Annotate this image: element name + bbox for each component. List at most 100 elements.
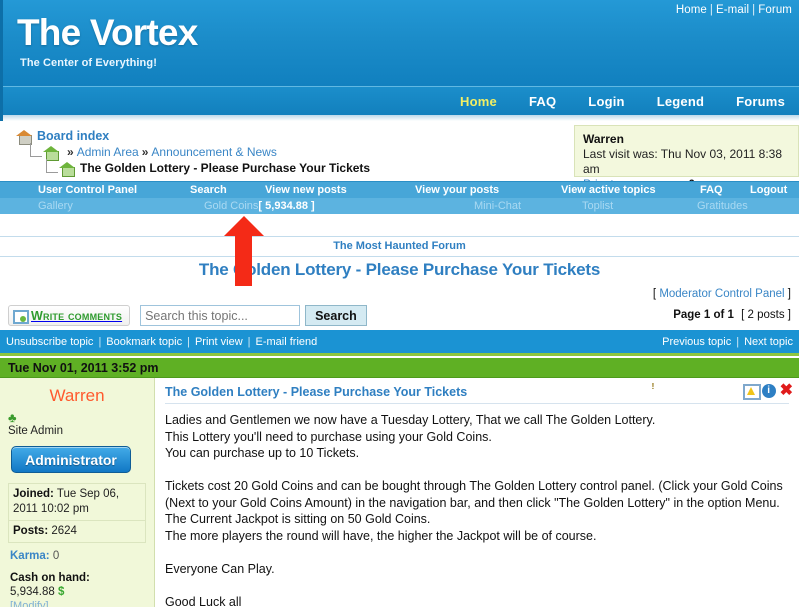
mcp-bracket-close: ] xyxy=(784,288,791,300)
post-content-panel: i ✖ The Golden Lottery - Please Purchase… xyxy=(155,378,799,607)
post-container: Warren ♣ Site Admin Administrator Joined… xyxy=(0,378,799,607)
action-sep-2: | xyxy=(187,335,190,348)
breadcrumb-link-board-index[interactable]: Board index xyxy=(37,129,109,144)
arrow-shaft xyxy=(235,234,252,286)
forum-subnav: User Control Panel Search View new posts… xyxy=(0,181,799,198)
nav-item-home[interactable]: Home xyxy=(460,94,497,109)
post-author-panel: Warren ♣ Site Admin Administrator Joined… xyxy=(0,378,155,607)
cash-label: Cash on hand: xyxy=(10,572,90,584)
next-topic-link[interactable]: Next topic xyxy=(744,336,793,348)
breadcrumb-link-announcement-news[interactable]: Announcement & News xyxy=(151,145,276,160)
top-links: Home | E-mail | Forum xyxy=(676,4,792,16)
posts-label: Posts: xyxy=(13,525,49,537)
top-link-sep-2: | xyxy=(752,4,756,16)
search-topic-input[interactable] xyxy=(140,305,301,326)
action-sep-4: | xyxy=(736,335,740,348)
topic-home-icon xyxy=(59,161,76,177)
topic-actions-left: Unsubscribe topic | Bookmark topic | Print v… xyxy=(6,336,317,348)
userbox-username: Warren xyxy=(583,132,624,146)
unsubscribe-topic-link[interactable]: Unsubscribe topic xyxy=(6,336,93,348)
cash-info: Cash on hand: 5,934.88 $ [Modify] xyxy=(10,571,146,607)
delete-post-icon[interactable]: ✖ xyxy=(780,382,793,398)
rank-star-icon: ♣ xyxy=(8,410,17,425)
page-label: Page 1 of 1 xyxy=(673,309,734,321)
report-post-icon[interactable] xyxy=(742,383,761,400)
action-sep-3: | xyxy=(247,335,251,348)
site-header: Home | E-mail | Forum The Vortex The Center … xyxy=(0,0,799,86)
nav-item-login[interactable]: Login xyxy=(588,94,624,109)
breadcrumb-separator-1: » xyxy=(67,145,74,159)
subnav2-mini-chat[interactable]: Mini-Chat xyxy=(474,200,521,212)
karma-info: Karma: 0 xyxy=(10,550,146,562)
joined-info: Joined: Tue Sep 06, 2011 10:02 pm xyxy=(8,483,146,521)
email-friend-link[interactable]: E-mail friend xyxy=(256,336,318,348)
moderator-control-panel-link[interactable]: Moderator Control Panel xyxy=(659,288,784,300)
forum-subnav-secondary: Gallery Gold Coins[ 5,934.88 ] Mini-Chat… xyxy=(0,198,799,214)
site-name: The Vortex xyxy=(17,12,198,53)
subnav-search[interactable]: Search xyxy=(190,184,227,196)
page-root: Home | E-mail | Forum The Vortex The Center … xyxy=(0,0,799,607)
karma-value: 0 xyxy=(52,550,60,562)
post-subject-divider xyxy=(165,403,789,404)
subnav2-gallery[interactable]: Gallery xyxy=(38,200,73,212)
write-comments-button[interactable]: Write comments xyxy=(8,305,131,326)
moderator-control-row: [ Moderator Control Panel ] xyxy=(0,286,799,300)
joined-label: Joined: xyxy=(13,488,54,500)
post-author-rank: Site Admin xyxy=(8,425,63,437)
breadcrumb-section: Board index » Admin Area » Announcement … xyxy=(0,121,799,191)
post-subject[interactable]: The Golden Lottery - Please Purchase You… xyxy=(165,385,789,403)
subnav-faq[interactable]: FAQ xyxy=(700,184,723,196)
site-tagline: The Center of Everything! xyxy=(20,57,157,69)
bookmark-topic-link[interactable]: Bookmark topic xyxy=(106,336,182,348)
userbox-last-visit: Last visit was: Thu Nov 03, 2011 8:38 am xyxy=(583,147,783,176)
red-up-arrow-annotation xyxy=(224,216,264,286)
left-border-edge xyxy=(0,0,3,121)
user-info-box: Warren Last visit was: Thu Nov 03, 2011 … xyxy=(574,125,799,191)
subnav2-gold-coins-group: Gold Coins[ 5,934.88 ] xyxy=(204,200,315,212)
gold-coins-bracket-close: ] xyxy=(307,200,315,212)
arrow-head xyxy=(224,216,264,236)
subnav2-gratitudes[interactable]: Gratitudes xyxy=(697,200,748,212)
topic-toolbar: Write comments Search Page 1 of 1 [ 2 po… xyxy=(0,300,799,330)
posts-value: 2624 xyxy=(51,525,77,537)
spacer-strip xyxy=(0,214,799,236)
top-link-email[interactable]: E-mail xyxy=(716,4,749,16)
search-button[interactable]: Search xyxy=(305,305,367,326)
nav-item-faq[interactable]: FAQ xyxy=(529,94,556,109)
subnav2-toplist[interactable]: Toplist xyxy=(582,200,613,212)
action-sep-1: | xyxy=(98,335,102,348)
post-icons: i ✖ xyxy=(742,382,793,400)
subnav-view-your-posts[interactable]: View your posts xyxy=(415,184,499,196)
write-comments-icon xyxy=(13,309,29,324)
post-date-bar: Tue Nov 01, 2011 3:52 pm xyxy=(0,358,799,378)
topic-actions-right: Previous topic | Next topic xyxy=(662,336,793,348)
post-info-icon[interactable]: i xyxy=(761,383,776,398)
top-link-home[interactable]: Home xyxy=(676,4,707,16)
cash-modify-link[interactable]: [Modify] xyxy=(10,600,49,607)
subnav-view-active-topics[interactable]: View active topics xyxy=(561,184,656,196)
pagination-info: Page 1 of 1 [ 2 posts ] xyxy=(673,309,791,321)
print-view-link[interactable]: Print view xyxy=(195,336,243,348)
post-count: [ 2 posts ] xyxy=(741,309,791,321)
top-link-forum[interactable]: Forum xyxy=(758,4,792,16)
previous-topic-link[interactable]: Previous topic xyxy=(662,336,731,348)
user-group-badge[interactable]: Administrator xyxy=(11,446,131,473)
subnav2-gold-coins[interactable]: Gold Coins xyxy=(204,200,258,212)
cash-value: 5,934.88 xyxy=(10,586,55,598)
breadcrumb-link-admin-area[interactable]: Admin Area xyxy=(77,145,139,160)
forum-subtitle: The Most Haunted Forum xyxy=(333,240,466,252)
topic-action-bar: Unsubscribe topic | Bookmark topic | Print v… xyxy=(0,330,799,353)
gold-coins-amount: 5,934.88 xyxy=(265,200,308,212)
subnav-view-new-posts[interactable]: View new posts xyxy=(265,184,347,196)
subnav-user-control-panel[interactable]: User Control Panel xyxy=(38,184,137,196)
post-author-name[interactable]: Warren xyxy=(8,386,146,406)
cash-currency-symbol: $ xyxy=(57,586,65,598)
posts-info: Posts: 2624 xyxy=(8,520,146,543)
nav-item-forums[interactable]: Forums xyxy=(736,94,785,109)
nav-item-legend[interactable]: Legend xyxy=(657,94,704,109)
page-title: The Golden Lottery - Please Purchase You… xyxy=(198,260,601,279)
write-comments-label: Write comments xyxy=(31,308,123,323)
breadcrumb-separator-2: » xyxy=(141,145,149,159)
subnav-logout[interactable]: Logout xyxy=(750,184,787,196)
tree-elbow-icon xyxy=(30,142,42,157)
